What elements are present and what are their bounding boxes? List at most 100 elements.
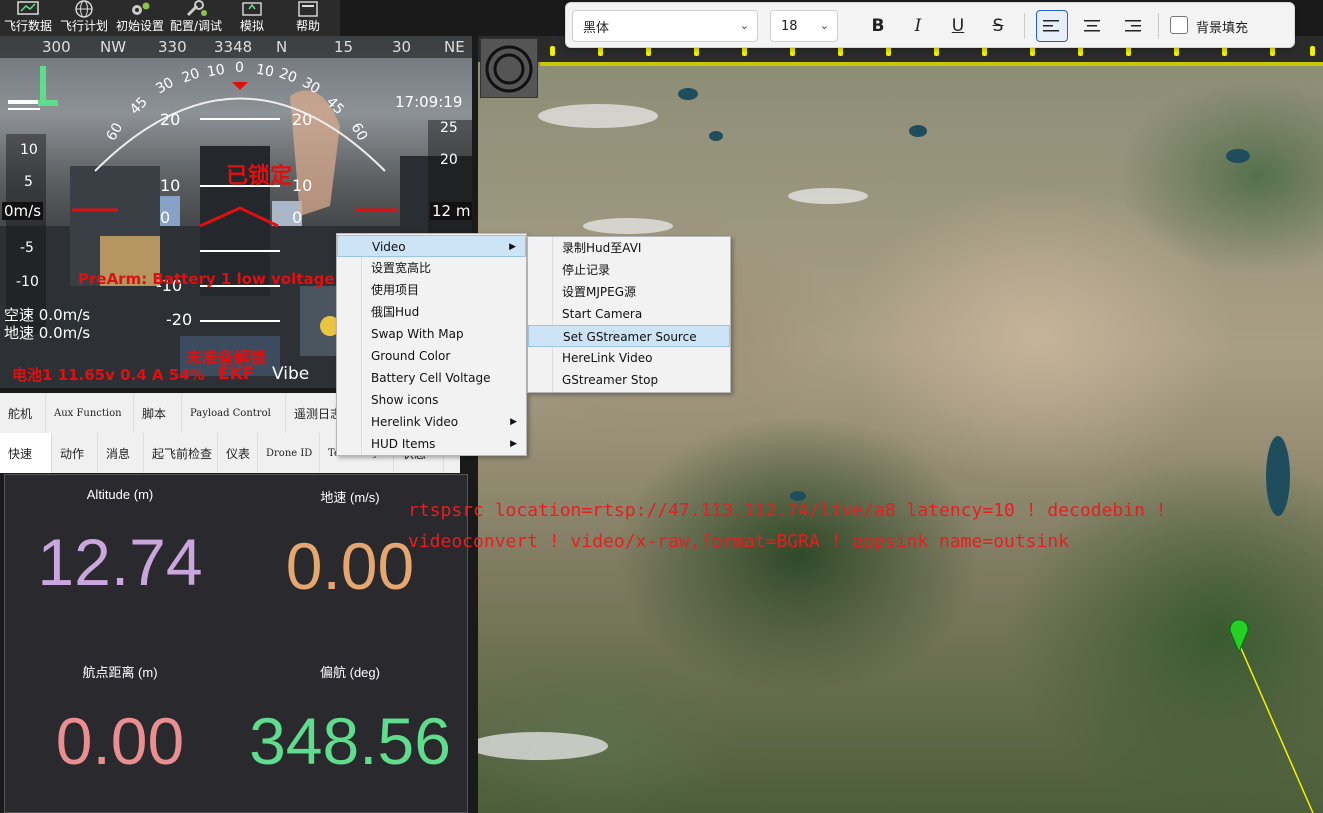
tab-payload-control[interactable]: Payload Control xyxy=(182,393,286,433)
menu-initial-setup-label: 初始设置 xyxy=(115,19,164,33)
menu-item-video[interactable]: Video ▶ xyxy=(337,235,526,257)
quick-label: 航点距离 (m) xyxy=(82,665,158,680)
wrench-icon xyxy=(186,0,207,17)
speed-tick: -10 xyxy=(16,274,39,290)
menu-item-ground-color[interactable]: Ground Color xyxy=(337,345,526,367)
submenu-mjpeg-source[interactable]: 设置MJPEG源 xyxy=(528,281,730,303)
ladder-label: 20 xyxy=(160,110,181,129)
tab-quick[interactable]: 快速 xyxy=(0,433,52,473)
menu-item-swap-map[interactable]: Swap With Map xyxy=(337,323,526,345)
strikethrough-button[interactable]: S xyxy=(982,10,1014,42)
ladder-label: 0 xyxy=(292,208,303,227)
map-compass[interactable] xyxy=(480,38,538,98)
align-right-button[interactable] xyxy=(1116,10,1148,42)
menu-item-label: Swap With Map xyxy=(371,327,464,341)
menu-item-russian-hud[interactable]: 俄国Hud xyxy=(337,301,526,323)
submenu-arrow-icon: ▶ xyxy=(510,417,517,427)
menu-item-label: GStreamer Stop xyxy=(562,373,659,387)
font-size-select[interactable]: 18 ⌄ xyxy=(770,10,838,42)
fill-checkbox[interactable] xyxy=(1170,16,1188,34)
chevron-down-icon: ⌄ xyxy=(739,19,749,32)
submenu-gstreamer-stop[interactable]: GStreamer Stop xyxy=(528,369,730,391)
pipeline-line-1: rtspsrc location=rtsp://47.113.112.74/li… xyxy=(408,500,1167,521)
vibe-status[interactable]: Vibe xyxy=(272,364,309,384)
align-left-button[interactable] xyxy=(1036,10,1068,42)
tab-scripts[interactable]: 脚本 xyxy=(134,393,182,433)
align-center-icon xyxy=(1084,20,1100,32)
quick-label: Altitude (m) xyxy=(86,487,154,502)
heading-tick: 30 xyxy=(392,38,412,56)
font-size-value: 18 xyxy=(781,18,798,34)
underline-button[interactable]: U xyxy=(942,10,974,42)
menu-flight-data[interactable]: 飞行数据 xyxy=(0,0,56,36)
gstreamer-pipeline-text: rtspsrc location=rtsp://47.113.112.74/li… xyxy=(408,495,1308,557)
menu-config-tuning[interactable]: 配置/调试 xyxy=(168,0,224,36)
compass-icon xyxy=(485,45,533,93)
menu-simulation[interactable]: 模拟 xyxy=(224,0,280,36)
quick-cell-wp-dist[interactable]: 航点距离 (m) 0.00 xyxy=(5,662,235,779)
quick-label: 偏航 (deg) xyxy=(320,665,380,680)
tab-aux-function[interactable]: Aux Function xyxy=(46,393,134,433)
menu-help[interactable]: 帮助 xyxy=(280,0,336,36)
tab-servo[interactable]: 舵机 xyxy=(0,393,46,433)
main-menubar: 飞行数据 飞行计划 初始设置 配置/调试 模拟 帮助 xyxy=(0,0,340,36)
tab-drone-id[interactable]: Drone ID xyxy=(258,433,320,473)
tab-preflight[interactable]: 起飞前检查 xyxy=(144,433,218,473)
quick-cell-yaw[interactable]: 偏航 (deg) 348.56 xyxy=(235,662,465,779)
menu-help-label: 帮助 xyxy=(295,19,320,33)
menu-item-hud-items[interactable]: HUD Items ▶ xyxy=(337,433,526,455)
quick-cell-altitude[interactable]: Altitude (m) 12.74 xyxy=(5,487,235,600)
heading-tape: 300 NW 330 3348 N 15 30 NE xyxy=(0,36,472,58)
ladder-label: 0 xyxy=(160,208,171,227)
video-submenu: 录制Hud至AVI 停止记录 设置MJPEG源 Start Camera Set… xyxy=(527,236,731,393)
toolbar-divider xyxy=(1024,13,1025,39)
satellite-map[interactable] xyxy=(478,36,1323,813)
menu-item-label: Show icons xyxy=(371,393,439,407)
heading-tick: 15 xyxy=(334,38,354,56)
waypoint-marker-icon[interactable] xyxy=(1228,619,1250,653)
pitch-label: 0 xyxy=(235,60,244,76)
menu-flight-plan[interactable]: 飞行计划 xyxy=(56,0,112,36)
align-left-icon xyxy=(1043,20,1059,32)
menu-item-show-icons[interactable]: Show icons xyxy=(337,389,526,411)
menu-item-label: 俄国Hud xyxy=(371,305,420,319)
bold-button[interactable]: B xyxy=(862,10,894,42)
submenu-stop-record[interactable]: 停止记录 xyxy=(528,259,730,281)
menu-flight-data-label: 飞行数据 xyxy=(3,19,52,33)
speed-tick: -5 xyxy=(20,240,34,256)
heading-tick: NE xyxy=(444,38,465,56)
pipeline-line-2: videoconvert ! video/x-raw,format=BGRA !… xyxy=(408,531,1070,552)
font-family-select[interactable]: 黑体 ⌄ xyxy=(572,10,758,42)
heading-tick: NW xyxy=(100,38,127,56)
italic-button[interactable]: I xyxy=(902,10,934,42)
menu-item-label: 使用项目 xyxy=(371,283,420,297)
quick-value: 348.56 xyxy=(249,704,451,778)
menu-item-aspect-ratio[interactable]: 设置宽高比 xyxy=(337,257,526,279)
submenu-herelink-video[interactable]: HereLink Video xyxy=(528,347,730,369)
submenu-set-gstreamer-source[interactable]: Set GStreamer Source xyxy=(528,325,730,347)
menu-initial-setup[interactable]: 初始设置 xyxy=(112,0,168,36)
alt-tick: 25 xyxy=(440,120,458,136)
ekf-status[interactable]: EKF xyxy=(218,364,254,384)
menu-item-label: 停止记录 xyxy=(562,263,611,277)
simulation-icon xyxy=(242,2,262,16)
menu-item-label: Battery Cell Voltage xyxy=(371,371,491,385)
tab-gauges[interactable]: 仪表 xyxy=(218,433,258,473)
tab-actions[interactable]: 动作 xyxy=(52,433,98,473)
submenu-record-hud[interactable]: 录制Hud至AVI xyxy=(528,237,730,259)
tab-messages[interactable]: 消息 xyxy=(98,433,144,473)
menu-item-battery-cell[interactable]: Battery Cell Voltage xyxy=(337,367,526,389)
speed-readout: 0m/s xyxy=(2,202,44,220)
armed-status: 已锁定 xyxy=(226,164,293,189)
pitch-label: 10 xyxy=(205,61,227,81)
menu-item-label: Herelink Video xyxy=(371,415,459,429)
menu-item-user-items[interactable]: 使用项目 xyxy=(337,279,526,301)
alt-readout: 12 m xyxy=(430,202,472,220)
menu-item-label: Start Camera xyxy=(562,307,643,321)
menu-flight-plan-label: 飞行计划 xyxy=(59,19,108,33)
submenu-start-camera[interactable]: Start Camera xyxy=(528,303,730,325)
menu-item-herelink-video[interactable]: Herelink Video ▶ xyxy=(337,411,526,433)
align-right-icon xyxy=(1125,20,1141,32)
gears-icon xyxy=(132,2,150,15)
align-center-button[interactable] xyxy=(1076,10,1108,42)
